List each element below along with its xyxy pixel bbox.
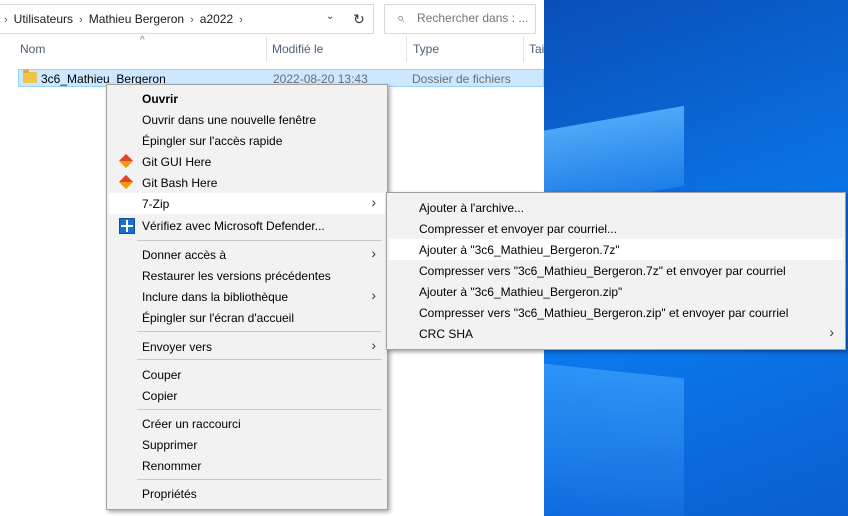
defender-shield-icon: [119, 218, 135, 234]
submenu-7zip: Ajouter à l'archive... Compresser et env…: [386, 192, 846, 350]
menu-item-label: Épingler sur l'écran d'accueil: [142, 311, 294, 325]
breadcrumb: › Utilisateurs › Mathieu Bergeron › a2022 ›: [4, 12, 249, 26]
chevron-right-icon: ›: [371, 194, 376, 210]
menu-item-label: Compresser vers "3c6_Mathieu_Bergeron.7z…: [419, 264, 786, 278]
menu-item-label: Renommer: [142, 459, 202, 473]
folder-icon: [23, 70, 37, 83]
submenu-item-add-archive[interactable]: Ajouter à l'archive...: [389, 197, 843, 218]
menu-item-label: Ajouter à "3c6_Mathieu_Bergeron.7z": [419, 243, 620, 257]
refresh-icon: ↻: [353, 11, 365, 27]
menu-item-pin-start[interactable]: Épingler sur l'écran d'accueil: [109, 307, 385, 328]
menu-divider: [137, 331, 381, 332]
menu-item-label: Supprimer: [142, 438, 198, 452]
breadcrumb-item-a2022[interactable]: a2022: [200, 12, 233, 26]
menu-item-label: Inclure dans la bibliothèque: [142, 290, 289, 304]
menu-item-create-shortcut[interactable]: Créer un raccourci: [109, 413, 385, 434]
menu-item-label: Compresser et envoyer par courriel...: [419, 222, 618, 236]
menu-item-label: CRC SHA: [419, 327, 474, 341]
menu-item-cut[interactable]: Couper: [109, 364, 385, 385]
chevron-right-icon: ›: [371, 287, 376, 303]
column-divider[interactable]: [523, 36, 524, 62]
menu-item-pin-quick-access[interactable]: Épingler sur l'accès rapide: [109, 130, 385, 151]
menu-item-label: Ajouter à "3c6_Mathieu_Bergeron.zip": [419, 285, 623, 299]
menu-item-label: Vérifiez avec Microsoft Defender...: [142, 219, 325, 233]
menu-item-label: Propriétés: [142, 487, 197, 501]
menu-item-rename[interactable]: Renommer: [109, 455, 385, 476]
chevron-right-icon: ›: [371, 337, 376, 353]
menu-divider: [137, 409, 381, 410]
menu-item-label: Ouvrir dans une nouvelle fenêtre: [142, 113, 317, 127]
menu-item-label: Épingler sur l'accès rapide: [142, 134, 283, 148]
menu-item-open-new-window[interactable]: Ouvrir dans une nouvelle fenêtre: [109, 109, 385, 130]
search-box[interactable]: ⌕: [384, 4, 537, 34]
menu-item-properties[interactable]: Propriétés: [109, 483, 385, 504]
menu-item-label: Compresser vers "3c6_Mathieu_Bergeron.zi…: [419, 306, 789, 320]
menu-item-label: Git Bash Here: [142, 176, 218, 190]
file-type: Dossier de fichiers: [412, 72, 511, 86]
column-modified[interactable]: Modifié le: [272, 42, 323, 56]
menu-item-label: Envoyer vers: [142, 340, 213, 354]
search-input[interactable]: [415, 10, 537, 26]
menu-item-label: Créer un raccourci: [142, 417, 241, 431]
breadcrumb-item-user[interactable]: Mathieu Bergeron: [89, 12, 184, 26]
column-divider[interactable]: [266, 36, 267, 62]
submenu-item-compress-zip-email[interactable]: Compresser vers "3c6_Mathieu_Bergeron.zi…: [389, 302, 843, 323]
menu-item-ouvrir[interactable]: Ouvrir: [109, 88, 385, 109]
menu-divider: [137, 479, 381, 480]
column-type[interactable]: Type: [413, 42, 439, 56]
menu-divider: [137, 240, 381, 241]
column-header: ^ Nom Modifié le Type Tai: [0, 35, 544, 62]
git-icon: [118, 153, 134, 169]
sort-ascending-icon: ^: [140, 35, 145, 46]
context-menu: Ouvrir Ouvrir dans une nouvelle fenêtre …: [106, 84, 388, 510]
menu-item-7zip[interactable]: 7-Zip ›: [109, 193, 385, 214]
submenu-item-compress-email[interactable]: Compresser et envoyer par courriel...: [389, 218, 843, 239]
menu-item-label: Ajouter à l'archive...: [419, 201, 525, 215]
menu-item-label: Restaurer les versions précédentes: [142, 269, 331, 283]
chevron-right-icon: ›: [371, 245, 376, 261]
git-icon: [118, 174, 134, 190]
chevron-right-icon: ›: [829, 324, 834, 340]
column-size[interactable]: Tai: [529, 42, 544, 56]
menu-item-label: 7-Zip: [142, 197, 170, 211]
menu-divider: [137, 359, 381, 360]
chevron-down-icon[interactable]: ⌄: [326, 11, 334, 22]
menu-item-git-gui[interactable]: Git GUI Here: [109, 151, 385, 172]
column-name[interactable]: Nom: [20, 42, 45, 56]
menu-item-label: Ouvrir: [142, 92, 179, 106]
menu-item-label: Donner accès à: [142, 248, 227, 262]
refresh-button[interactable]: ↻: [345, 4, 374, 34]
chevron-right-icon: ›: [190, 14, 194, 26]
menu-item-git-bash[interactable]: Git Bash Here: [109, 172, 385, 193]
submenu-item-add-zip[interactable]: Ajouter à "3c6_Mathieu_Bergeron.zip": [389, 281, 843, 302]
menu-item-copy[interactable]: Copier: [109, 385, 385, 406]
breadcrumb-item-utilisateurs[interactable]: Utilisateurs: [14, 12, 73, 26]
address-bar[interactable]: › Utilisateurs › Mathieu Bergeron › a2022 › ⌄: [0, 4, 371, 34]
wallpaper-light-beam: [544, 361, 684, 516]
menu-item-include-library[interactable]: Inclure dans la bibliothèque ›: [109, 286, 385, 307]
submenu-item-crc-sha[interactable]: CRC SHA ›: [389, 323, 843, 344]
menu-item-label: Couper: [142, 368, 182, 382]
column-divider[interactable]: [406, 36, 407, 62]
submenu-item-add-7z[interactable]: Ajouter à "3c6_Mathieu_Bergeron.7z": [389, 239, 843, 260]
menu-item-defender-scan[interactable]: Vérifiez avec Microsoft Defender...: [109, 215, 385, 236]
menu-item-send-to[interactable]: Envoyer vers ›: [109, 336, 385, 357]
search-icon: ⌕: [397, 10, 405, 25]
submenu-item-compress-7z-email[interactable]: Compresser vers "3c6_Mathieu_Bergeron.7z…: [389, 260, 843, 281]
menu-item-label: Copier: [142, 389, 178, 403]
menu-item-restore-versions[interactable]: Restaurer les versions précédentes: [109, 265, 385, 286]
chevron-right-icon: ›: [4, 14, 8, 26]
chevron-right-icon: ›: [79, 14, 83, 26]
menu-item-label: Git GUI Here: [142, 155, 212, 169]
menu-item-delete[interactable]: Supprimer: [109, 434, 385, 455]
menu-item-give-access[interactable]: Donner accès à ›: [109, 244, 385, 265]
chevron-right-icon[interactable]: ›: [239, 14, 243, 26]
